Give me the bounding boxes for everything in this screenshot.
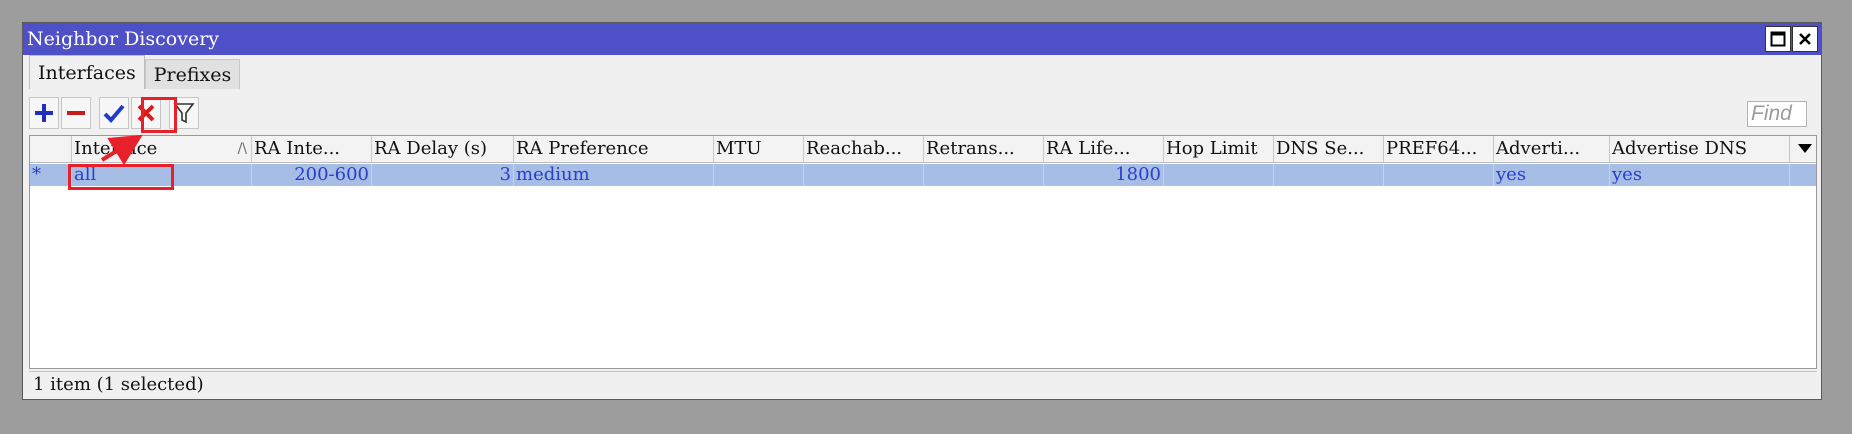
close-button[interactable] (1792, 26, 1818, 52)
close-icon (1799, 33, 1811, 45)
column-header-reachable[interactable]: Reachab... (804, 136, 924, 162)
status-bar: 1 item (1 selected) (29, 371, 1817, 397)
cell-advertise-dns: yes (1610, 164, 1790, 186)
remove-button[interactable] (61, 97, 91, 129)
table-header: Interface /\ RA Inte... RA Delay (s) RA … (30, 136, 1816, 163)
column-header-mtu[interactable]: MTU (714, 136, 804, 162)
toolbar: Find (29, 97, 1815, 131)
annotation-highlight-interface-cell (68, 164, 174, 190)
column-header-ra-delay[interactable]: RA Delay (s) (372, 136, 514, 162)
column-header-ra-interval[interactable]: RA Inte... (252, 136, 372, 162)
column-header-marker[interactable] (30, 136, 72, 162)
column-header-pref64[interactable]: PREF64... (1384, 136, 1494, 162)
tab-prefixes[interactable]: Prefixes (144, 59, 241, 89)
cell-marker: * (30, 164, 72, 186)
neighbor-discovery-window: Neighbor Discovery Interfaces Prefixes F… (22, 22, 1822, 400)
annotation-highlight-disable (141, 97, 177, 133)
add-button[interactable] (29, 97, 59, 129)
cell-ra-interval: 200-600 (252, 164, 372, 186)
column-header-ra-preference[interactable]: RA Preference (514, 136, 714, 162)
check-icon (103, 104, 125, 123)
tab-interfaces[interactable]: Interfaces (29, 55, 145, 89)
cell-ra-lifetime: 1800 (1044, 164, 1164, 186)
cell-dns-servers (1274, 164, 1384, 186)
column-header-advertise-dns[interactable]: Advertise DNS (1610, 136, 1790, 162)
maximize-icon (1770, 31, 1786, 47)
tab-bar: Interfaces Prefixes (29, 55, 241, 89)
maximize-button[interactable] (1765, 26, 1791, 52)
window-title: Neighbor Discovery (27, 28, 220, 50)
cell-pref64 (1384, 164, 1494, 186)
column-header-advertise[interactable]: Adverti... (1494, 136, 1610, 162)
column-header-interface-label: Interface (74, 138, 158, 159)
cell-reachable (804, 164, 924, 186)
minus-icon (67, 111, 85, 115)
table-row[interactable]: * all 200-600 3 medium 1800 yes yes (30, 164, 1816, 186)
enable-button[interactable] (99, 97, 129, 129)
cell-ra-delay: 3 (372, 164, 514, 186)
column-header-ra-lifetime[interactable]: RA Life... (1044, 136, 1164, 162)
cell-advertise: yes (1494, 164, 1610, 186)
column-header-hop-limit[interactable]: Hop Limit (1164, 136, 1274, 162)
cell-ra-preference: medium (514, 164, 714, 186)
cell-mtu (714, 164, 804, 186)
cell-hop-limit (1164, 164, 1274, 186)
column-header-dns-servers[interactable]: DNS Se... (1274, 136, 1384, 162)
column-chooser-button[interactable] (1790, 136, 1816, 162)
column-header-retrans[interactable]: Retrans... (924, 136, 1044, 162)
cell-retrans (924, 164, 1044, 186)
column-header-interface[interactable]: Interface /\ (72, 136, 252, 162)
window-titlebar[interactable]: Neighbor Discovery (23, 23, 1821, 55)
find-input[interactable]: Find (1747, 101, 1807, 127)
sort-ascending-icon: /\ (237, 141, 247, 157)
chevron-down-icon (1798, 144, 1812, 153)
interfaces-table: Interface /\ RA Inte... RA Delay (s) RA … (29, 135, 1817, 369)
plus-icon (35, 104, 53, 122)
